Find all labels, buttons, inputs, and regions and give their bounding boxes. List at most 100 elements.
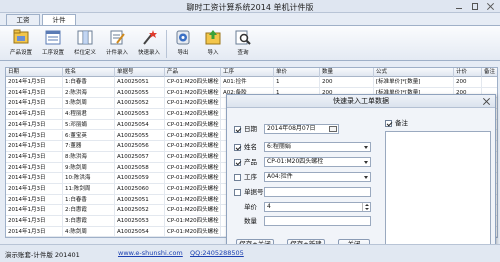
cell-docno[interactable]: A10025056: [115, 141, 165, 152]
cell-product[interactable]: CP-01:M20四头螺栓: [165, 194, 221, 205]
cell-date[interactable]: 2014年1月3日: [6, 77, 63, 87]
col-header-process[interactable]: 工序: [221, 68, 274, 77]
cell-product[interactable]: CP-01:M20四头螺栓: [165, 98, 221, 109]
cell-product[interactable]: CP-01:M20四头螺栓: [165, 216, 221, 227]
col-header-product[interactable]: 产品: [165, 68, 221, 77]
cell-date[interactable]: 2014年1月3日: [6, 151, 63, 162]
process-settings-button[interactable]: 工序设置: [38, 29, 68, 61]
cell-date[interactable]: 2014年1月3日: [6, 205, 63, 216]
cell-formula[interactable]: [标准单价]*[数量]: [374, 77, 454, 87]
cell-name[interactable]: 1:白春香: [63, 194, 115, 205]
qq-link[interactable]: QQ:2405288505: [190, 249, 244, 257]
cell-name[interactable]: 5:邓丽娟: [63, 119, 115, 130]
name-select[interactable]: 6:程丽娟: [264, 142, 371, 152]
cell-product[interactable]: CP-01:M20四头螺栓: [165, 141, 221, 152]
date-field[interactable]: 2014年08月07日: [264, 124, 339, 134]
cell-date[interactable]: 2014年1月3日: [6, 162, 63, 173]
cell-docno[interactable]: A10025055: [115, 87, 165, 98]
cell-name[interactable]: 3:白惠霞: [63, 216, 115, 227]
cell-docno[interactable]: A10025052: [115, 98, 165, 109]
cell-product[interactable]: CP-01:M20四头螺栓: [165, 205, 221, 216]
name-checkbox[interactable]: [234, 144, 241, 151]
cell-product[interactable]: CP-01:M20四头螺栓: [165, 130, 221, 141]
cell-docno[interactable]: A10025051: [115, 194, 165, 205]
cell-docno[interactable]: A10025053: [115, 216, 165, 227]
cell-date[interactable]: 2014年1月3日: [6, 173, 63, 184]
table-row[interactable]: 2014年1月3日 1:白春香 A10025051 CP-01:M20四头螺栓 A01:…: [6, 77, 497, 88]
col-header-formula[interactable]: 公式: [374, 68, 454, 77]
cell-name[interactable]: 4:程丽君: [63, 109, 115, 120]
cell-docno[interactable]: A10025054: [115, 226, 165, 237]
cell-docno[interactable]: A10025057: [115, 151, 165, 162]
col-header-docno[interactable]: 单据号: [115, 68, 165, 77]
cell-docno[interactable]: A10025059: [115, 173, 165, 184]
cell-product[interactable]: CP-01:M20四头螺栓: [165, 162, 221, 173]
close-icon[interactable]: [486, 2, 496, 11]
cell-product[interactable]: CP-01:M20四头螺栓: [165, 184, 221, 194]
process-select[interactable]: A04:捡件: [264, 172, 371, 182]
cell-process[interactable]: A01:捡件: [221, 77, 274, 87]
cell-qty[interactable]: 200: [320, 77, 374, 87]
cell-date[interactable]: 2014年1月3日: [6, 194, 63, 205]
cell-name[interactable]: 4:陈剑周: [63, 226, 115, 237]
cell-name[interactable]: 6:董宝英: [63, 130, 115, 141]
tab-piecework[interactable]: 计件: [42, 14, 76, 25]
cell-docno[interactable]: A10025058: [115, 162, 165, 173]
cell-price[interactable]: 1: [274, 77, 320, 87]
cell-product[interactable]: CP-01:M20四头螺栓: [165, 87, 221, 98]
cell-note[interactable]: [482, 77, 497, 87]
docno-field[interactable]: [264, 187, 371, 197]
website-link[interactable]: www.e-shunshi.com: [118, 249, 183, 257]
piece-entry-button[interactable]: 计件录入: [102, 29, 132, 61]
col-header-note[interactable]: 备注: [482, 68, 497, 77]
date-checkbox[interactable]: [234, 126, 241, 133]
col-header-name[interactable]: 姓名: [63, 68, 115, 77]
cell-docno[interactable]: A10025055: [115, 238, 165, 239]
col-header-amount[interactable]: 计价: [454, 68, 482, 77]
cell-date[interactable]: 2014年1月3日: [6, 184, 63, 194]
cell-name[interactable]: 11:陈剑周: [63, 184, 115, 194]
cell-date[interactable]: 2014年1月3日: [6, 109, 63, 120]
quick-entry-button[interactable]: 快速录入: [134, 29, 164, 61]
cell-amount[interactable]: 200: [454, 77, 482, 87]
col-header-qty[interactable]: 数量: [320, 68, 374, 77]
cell-product[interactable]: CP-01:M20四头螺栓: [165, 119, 221, 130]
cell-docno[interactable]: A10025051: [115, 77, 165, 87]
dialog-close-icon[interactable]: [482, 97, 491, 106]
cell-date[interactable]: 2014年1月3日: [6, 87, 63, 98]
cell-product[interactable]: CP-01:M20四头螺栓: [165, 151, 221, 162]
cell-docno[interactable]: A10025055: [115, 130, 165, 141]
cell-date[interactable]: 2014年1月3日: [6, 141, 63, 152]
note-textarea[interactable]: [385, 131, 491, 249]
calendar-icon[interactable]: [329, 126, 337, 132]
cell-product[interactable]: CP-01:M20四头螺栓: [165, 173, 221, 184]
spinner-icon[interactable]: [362, 203, 370, 211]
cell-name[interactable]: 8:陈洪海: [63, 151, 115, 162]
cell-name[interactable]: 7:董器: [63, 141, 115, 152]
export-button[interactable]: 导出: [168, 29, 198, 61]
cell-name[interactable]: 2:白惠霞: [63, 205, 115, 216]
cell-name[interactable]: 3:陈剑周: [63, 98, 115, 109]
column-define-button[interactable]: 栏位定义: [70, 29, 100, 61]
cell-docno[interactable]: A10025053: [115, 109, 165, 120]
col-header-price[interactable]: 单价: [274, 68, 320, 77]
cell-product[interactable]: CP-01:M20四头螺栓: [165, 109, 221, 120]
price-field[interactable]: 4: [264, 202, 371, 212]
col-header-date[interactable]: 日期: [6, 68, 63, 77]
cell-name[interactable]: 5:陈洪海: [63, 238, 115, 239]
process-checkbox[interactable]: [234, 174, 241, 181]
cell-name[interactable]: 2:陈洪海: [63, 87, 115, 98]
cell-name[interactable]: 9:陈剑周: [63, 162, 115, 173]
cell-product[interactable]: CP-01:M20四头螺栓: [165, 77, 221, 87]
cell-docno[interactable]: A10025054: [115, 119, 165, 130]
qty-field[interactable]: [264, 216, 371, 226]
cell-date[interactable]: 2014年1月3日: [6, 130, 63, 141]
cell-name[interactable]: 10:陈洪海: [63, 173, 115, 184]
product-settings-button[interactable]: 产品设置: [6, 29, 36, 61]
cell-date[interactable]: 2014年1月3日: [6, 119, 63, 130]
tab-salary[interactable]: 工资: [6, 14, 40, 25]
product-select[interactable]: CP-01:M20四头螺栓: [264, 157, 371, 167]
maximize-icon[interactable]: [470, 2, 480, 11]
product-checkbox[interactable]: [234, 159, 241, 166]
cell-date[interactable]: 2014年1月3日: [6, 216, 63, 227]
